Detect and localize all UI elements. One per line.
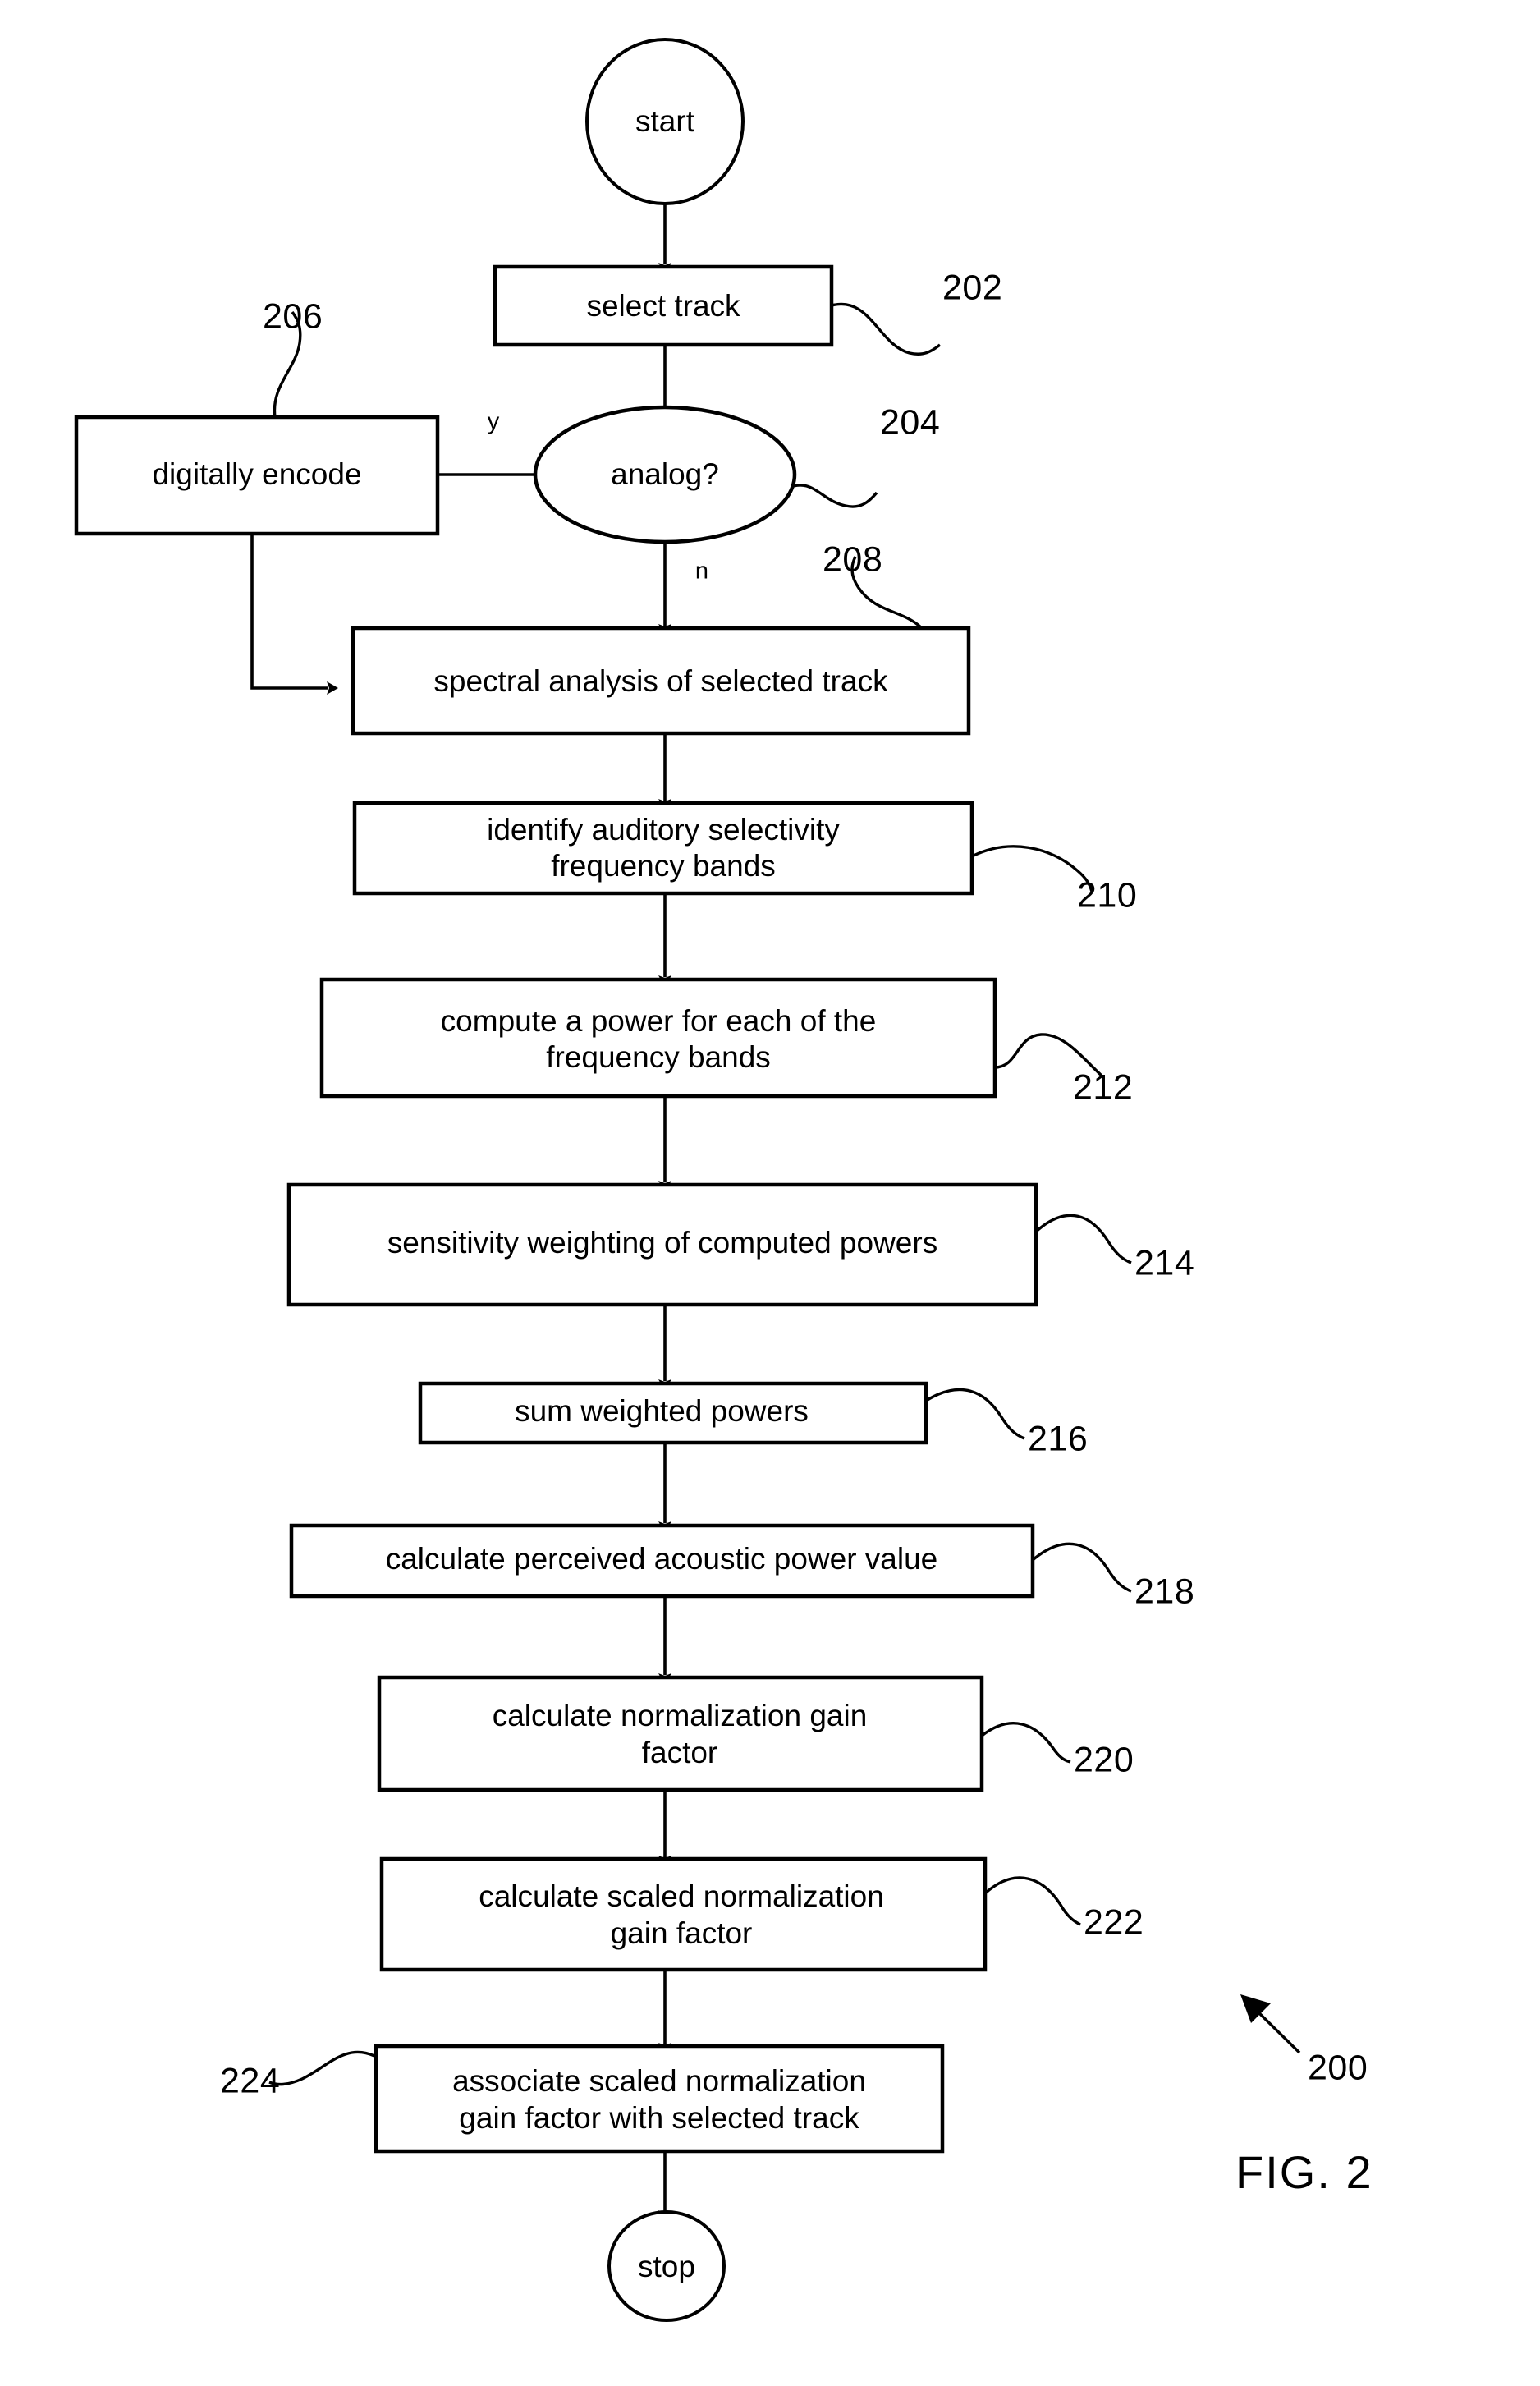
node-select-track: select track 202 bbox=[493, 264, 1002, 347]
identify-bands-label-line2: frequency bands bbox=[551, 849, 776, 883]
compute-power-label-line1: compute a power for each of the bbox=[441, 1004, 877, 1038]
node-sum-powers: sum weighted powers 216 bbox=[418, 1381, 1088, 1458]
leader-202 bbox=[831, 302, 942, 356]
node-sensitivity-weighting: sensitivity weighting of computed powers… bbox=[286, 1182, 1194, 1307]
node-identify-bands: identify auditory selectivity frequency … bbox=[352, 801, 1137, 915]
ref-206: 206 bbox=[263, 296, 323, 336]
node-perceived-power: calculate perceived acoustic power value… bbox=[289, 1523, 1194, 1611]
patent-figure-2: start select track 202 analog? 204 y n d… bbox=[0, 0, 1540, 2386]
node-stop: stop bbox=[607, 2210, 726, 2322]
ref-216: 216 bbox=[1028, 1419, 1088, 1458]
leader-210 bbox=[971, 845, 1093, 892]
leader-200 bbox=[1254, 2008, 1301, 2054]
select-track-label: select track bbox=[586, 289, 740, 323]
identify-bands-label-line1: identify auditory selectivity bbox=[487, 813, 840, 847]
ref-202: 202 bbox=[942, 268, 1002, 307]
node-scaled-gain: calculate scaled normalization gain fact… bbox=[379, 1856, 1144, 1972]
leader-214 bbox=[1034, 1214, 1132, 1264]
normalization-gain-label-line1: calculate normalization gain bbox=[493, 1699, 868, 1732]
node-compute-power: compute a power for each of the frequenc… bbox=[319, 977, 1133, 1107]
ref-204: 204 bbox=[880, 402, 940, 442]
ref-218: 218 bbox=[1134, 1572, 1194, 1611]
stop-label: stop bbox=[638, 2250, 695, 2283]
ref-220: 220 bbox=[1074, 1740, 1134, 1779]
ref-214: 214 bbox=[1134, 1243, 1194, 1282]
branch-label-yes: y bbox=[488, 409, 500, 435]
ref-222: 222 bbox=[1084, 1902, 1144, 1942]
associate-gain-label-line2: gain factor with selected track bbox=[459, 2101, 859, 2135]
figure-caption: FIG. 2 bbox=[1235, 2146, 1373, 2198]
compute-power-label-line2: frequency bands bbox=[546, 1040, 771, 1074]
scaled-gain-label-line2: gain factor bbox=[611, 1916, 753, 1950]
leader-204 bbox=[786, 484, 878, 508]
start-label: start bbox=[635, 104, 695, 138]
ref-210: 210 bbox=[1077, 875, 1137, 915]
sum-powers-label: sum weighted powers bbox=[515, 1394, 809, 1428]
leader-218 bbox=[1031, 1542, 1132, 1593]
associate-gain-label-line1: associate scaled normalization bbox=[452, 2064, 866, 2098]
scaled-gain-label-line1: calculate scaled normalization bbox=[479, 1879, 884, 1913]
perceived-power-label: calculate perceived acoustic power value bbox=[386, 1542, 938, 1576]
ref-224: 224 bbox=[220, 2061, 280, 2100]
node-digitally-encode: digitally encode 206 bbox=[74, 296, 440, 536]
node-start: start bbox=[585, 38, 745, 205]
connector-digitally-encode-to-spectral-analysis bbox=[250, 534, 338, 695]
leader-216 bbox=[925, 1388, 1025, 1440]
scaled-gain-box bbox=[379, 1856, 988, 1972]
compute-power-box bbox=[319, 977, 997, 1099]
branch-label-no: n bbox=[695, 558, 708, 585]
ref-208: 208 bbox=[823, 539, 882, 579]
leader-222 bbox=[983, 1876, 1081, 1926]
ref-212: 212 bbox=[1073, 1067, 1133, 1107]
leader-220 bbox=[980, 1722, 1071, 1764]
digitally-encode-label: digitally encode bbox=[152, 457, 361, 491]
normalization-gain-box bbox=[377, 1675, 984, 1792]
node-normalization-gain: calculate normalization gain factor 220 bbox=[377, 1675, 1134, 1792]
analog-label: analog? bbox=[611, 457, 719, 491]
leader-224 bbox=[268, 2050, 375, 2086]
spectral-analysis-label: spectral analysis of selected track bbox=[433, 664, 888, 698]
flowchart-canvas: start select track 202 analog? 204 y n d… bbox=[74, 38, 1373, 2322]
normalization-gain-label-line2: factor bbox=[642, 1736, 718, 1769]
ref-200: 200 bbox=[1308, 2048, 1368, 2087]
associate-gain-box bbox=[374, 2044, 945, 2154]
sensitivity-weighting-label: sensitivity weighting of computed powers bbox=[387, 1226, 937, 1260]
node-spectral-analysis: spectral analysis of selected track 208 bbox=[351, 539, 971, 736]
